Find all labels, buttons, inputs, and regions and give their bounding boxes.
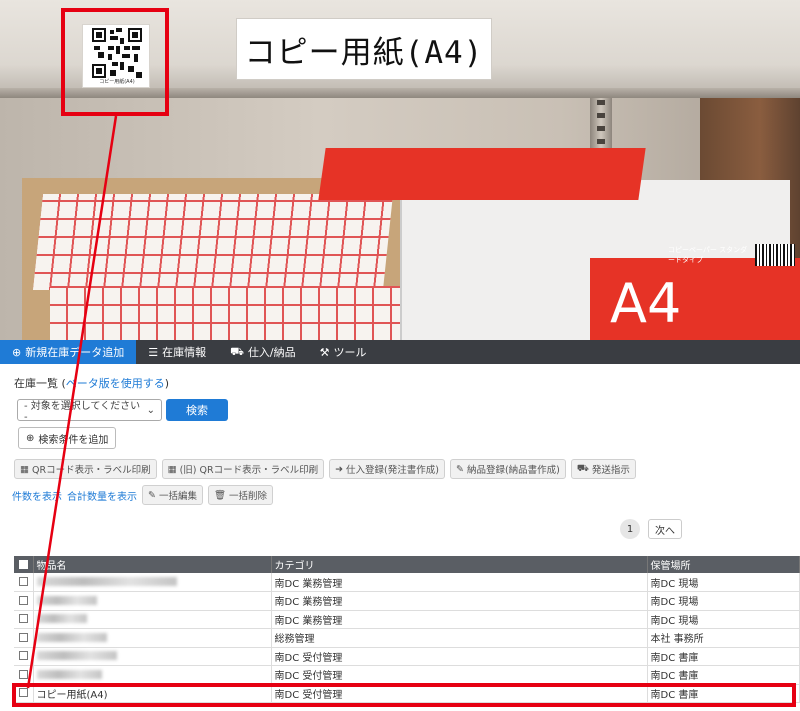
nav-new-stock[interactable]: ⊕ 新規在庫データ追加 <box>0 340 137 364</box>
item-name-cell[interactable] <box>33 647 272 666</box>
add-condition-button[interactable]: ⊕ 検索条件を追加 <box>18 427 117 449</box>
category-cell: 南DC 業務管理 <box>271 591 648 611</box>
beta-link[interactable]: ベータ版を使用する <box>66 377 165 390</box>
search-button[interactable]: 検索 <box>166 399 228 421</box>
table-row[interactable]: 南DC 業務管理 南DC 現場 <box>14 610 800 629</box>
tools-icon: ⚒ <box>319 345 330 359</box>
next-page-button[interactable]: 次へ <box>648 519 682 539</box>
select-all-checkbox[interactable] <box>14 556 34 573</box>
top-navbar: ⊕ 新規在庫データ追加 ☰ 在庫情報 ⛟ 仕入/納品 ⚒ ツール <box>0 340 800 364</box>
shipping-button[interactable]: ⛟ 発送指示 <box>570 459 636 479</box>
nav-label: 仕入/納品 <box>247 346 296 359</box>
sign-in-icon: ➜ <box>335 463 344 475</box>
category-cell: 南DC 受付管理 <box>271 647 648 666</box>
nav-tools[interactable]: ⚒ ツール <box>308 340 379 364</box>
category-cell: 南DC 業務管理 <box>271 610 648 629</box>
location-cell: 南DC 現場 <box>647 610 800 629</box>
blurred-item-name <box>36 595 97 605</box>
truck-icon: ⛟ <box>230 344 244 358</box>
row-checkbox[interactable] <box>14 610 34 629</box>
old-qr-print-button[interactable]: ▦ (旧) QRコード表示・ラベル印刷 <box>161 459 325 479</box>
plus-circle-icon: ⊕ <box>12 345 22 359</box>
list-icon: ☰ <box>148 345 159 359</box>
row-checkbox[interactable] <box>14 665 34 685</box>
chevron-down-icon: ⌄ <box>146 404 155 416</box>
paper-case-top <box>318 148 646 200</box>
column-header-category[interactable]: カテゴリ <box>271 556 648 573</box>
location-cell: 南DC 書庫 <box>647 665 800 685</box>
target-select[interactable]: - 対象を選択してください - ⌄ <box>17 399 162 423</box>
plus-circle-icon: ⊕ <box>26 432 35 444</box>
truck-icon: ⛟ <box>576 463 589 474</box>
purchase-register-button[interactable]: ➜ 仕入登録(発注書作成) <box>329 459 445 479</box>
row-checkbox[interactable] <box>14 647 34 666</box>
table-row[interactable]: 南DC 受付管理 南DC 書庫 <box>14 647 800 666</box>
column-header-location[interactable]: 保管場所 <box>647 556 800 573</box>
location-cell: 南DC 現場 <box>647 573 800 592</box>
inventory-table: 物品名 カテゴリ 保管場所 南DC 業務管理 南DC 現場 南DC 業務管理 南… <box>14 556 800 703</box>
table-row[interactable]: 南DC 受付管理 南DC 書庫 <box>14 665 800 685</box>
main-content: 在庫一覧 (ベータ版を使用する) - 対象を選択してください - ⌄ 検索 ⊕ … <box>0 364 800 711</box>
paper-ream <box>50 286 420 340</box>
location-cell: 南DC 現場 <box>647 591 800 611</box>
nav-purchase-delivery[interactable]: ⛟ 仕入/納品 <box>218 340 308 364</box>
edit-icon: ✎ <box>455 463 464 475</box>
column-header-name[interactable]: 物品名 <box>33 556 272 573</box>
delivery-register-button[interactable]: ✎ 納品登録(納品書作成) <box>449 459 566 479</box>
location-cell: 南DC 書庫 <box>647 647 800 666</box>
table-header-row: 物品名 カテゴリ 保管場所 <box>14 556 800 573</box>
paper-case-a4-text: A4 <box>610 272 682 335</box>
row-checkbox[interactable] <box>14 628 34 648</box>
blurred-item-name <box>36 669 102 679</box>
paper-case-subtext: コピーペーパー スタンダードタイプ <box>668 246 748 264</box>
nav-label: ツール <box>333 346 367 359</box>
item-name-cell[interactable] <box>33 665 272 685</box>
row-checkbox[interactable] <box>14 573 34 592</box>
bulk-delete-button[interactable]: 🗑 一括削除 <box>207 485 274 505</box>
action-toolbar: ▦ QRコード表示・ラベル印刷 ▦ (旧) QRコード表示・ラベル印刷 ➜ 仕入登録(… <box>14 459 636 479</box>
location-cell: 本社 事務所 <box>647 628 800 648</box>
barcode-icon <box>755 244 795 266</box>
nav-stock-info[interactable]: ☰ 在庫情報 <box>136 340 218 364</box>
page-title: 在庫一覧 (ベータ版を使用する) <box>14 377 170 390</box>
bulk-edit-button[interactable]: ✎ 一括編集 <box>142 485 203 505</box>
table-row[interactable]: 南DC 業務管理 南DC 現場 <box>14 591 800 611</box>
qr-icon: ▦ <box>167 463 177 475</box>
blurred-item-name <box>36 614 87 624</box>
list-tools-row: 件数を表示 合計数量を表示 ✎ 一括編集 🗑 一括削除 <box>12 485 274 505</box>
table-row[interactable]: 南DC 業務管理 南DC 現場 <box>14 573 800 592</box>
qr-callout-box <box>61 8 169 116</box>
qr-icon: ▦ <box>20 463 29 475</box>
nav-label: 新規在庫データ追加 <box>25 346 125 359</box>
table-row[interactable]: 総務管理 本社 事務所 <box>14 628 800 648</box>
trash-icon: 🗑 <box>213 489 227 501</box>
category-cell: 南DC 業務管理 <box>271 573 648 592</box>
nav-label: 在庫情報 <box>162 346 207 359</box>
page-number-current[interactable]: 1 <box>620 519 640 539</box>
paper-ream <box>32 194 394 290</box>
show-count-link[interactable]: 件数を表示 <box>12 488 62 503</box>
item-name-cell[interactable] <box>33 628 272 648</box>
item-name-cell[interactable] <box>33 573 272 592</box>
blurred-item-name <box>36 577 177 586</box>
row-checkbox[interactable] <box>14 591 34 611</box>
blurred-item-name <box>36 651 117 661</box>
item-name-cell[interactable] <box>33 591 272 611</box>
shelf-label: コピー用紙(A4) <box>236 18 492 80</box>
item-name-cell[interactable] <box>33 610 272 629</box>
show-total-link[interactable]: 合計数量を表示 <box>67 488 137 503</box>
highlight-row-box <box>12 683 796 707</box>
category-cell: 南DC 受付管理 <box>271 665 648 685</box>
shelf-photo: コピー用紙(A4) コピー用紙(A4) A4 コピーペーパー スタンダードタイプ <box>0 0 800 340</box>
blurred-item-name <box>36 632 107 642</box>
category-cell: 総務管理 <box>271 628 648 648</box>
edit-icon: ✎ <box>148 489 156 501</box>
qr-print-button[interactable]: ▦ QRコード表示・ラベル印刷 <box>14 459 157 479</box>
